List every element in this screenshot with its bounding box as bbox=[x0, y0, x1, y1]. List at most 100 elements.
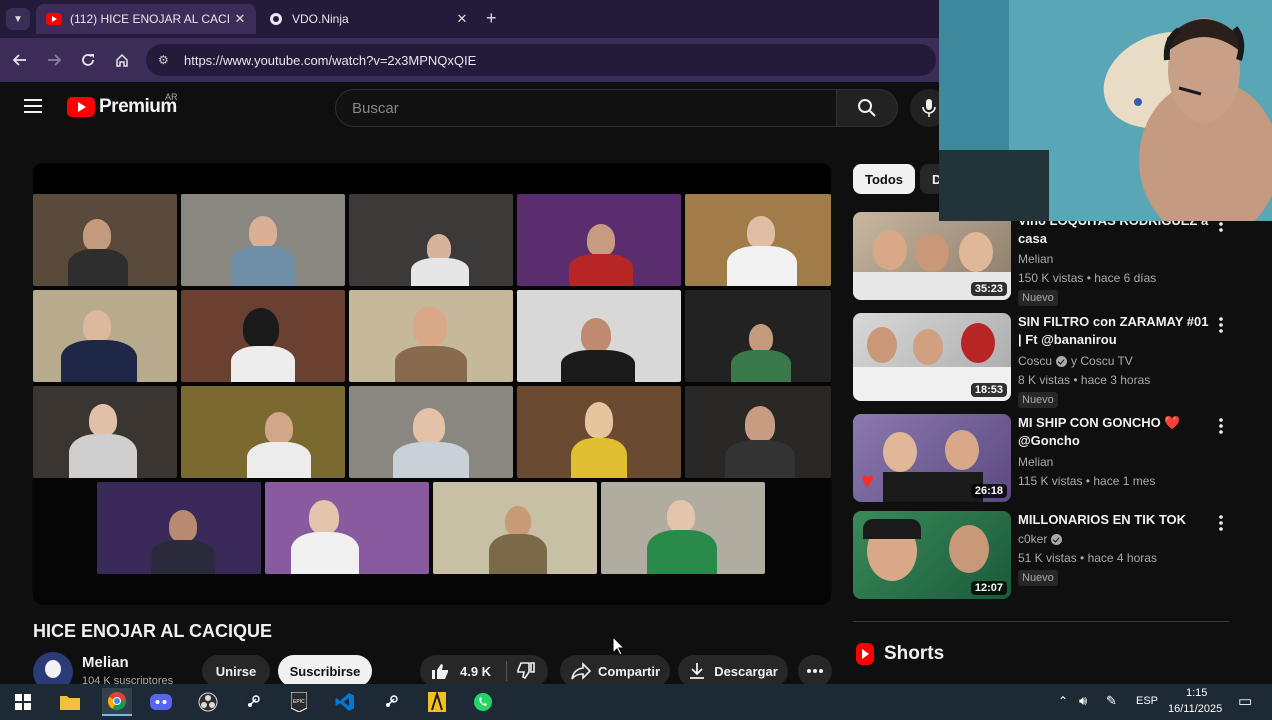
reload-icon[interactable] bbox=[76, 48, 100, 72]
video-duration: 35:23 bbox=[970, 282, 1007, 296]
call-feed bbox=[349, 386, 513, 478]
verified-icon bbox=[1051, 533, 1063, 545]
tab-vdo-ninja[interactable]: VDO.Ninja ✕ bbox=[258, 4, 478, 34]
recommendation-item[interactable]: ♥ 26:18 MI SHIP CON GONCHO ❤️ @Goncho Me… bbox=[853, 414, 1233, 504]
video-meta: 51 K vistas • hace 4 horas bbox=[1018, 551, 1157, 565]
video-player[interactable] bbox=[33, 163, 831, 605]
new-badge: Nuevo bbox=[1018, 290, 1058, 306]
steam-icon[interactable] bbox=[238, 688, 268, 716]
download-icon bbox=[690, 663, 705, 679]
menu-icon[interactable] bbox=[24, 99, 42, 113]
search-input[interactable]: Buscar bbox=[335, 89, 837, 127]
epic-games-icon[interactable]: EPIC bbox=[284, 688, 314, 716]
like-button[interactable]: 4.9 K bbox=[430, 655, 491, 687]
new-badge: Nuevo bbox=[1018, 570, 1058, 586]
call-feed bbox=[349, 194, 513, 286]
clock-time[interactable]: 1:15 bbox=[1186, 687, 1207, 699]
share-button[interactable]: Compartir bbox=[560, 655, 670, 687]
call-feed bbox=[33, 386, 177, 478]
tray-chevron-icon[interactable]: ⌃ bbox=[1058, 694, 1068, 708]
dislike-button[interactable] bbox=[516, 661, 536, 681]
divider bbox=[506, 661, 507, 681]
video-thumbnail[interactable]: 18:53 bbox=[853, 313, 1011, 401]
channel-name[interactable]: Melian bbox=[1018, 252, 1053, 266]
channel-suffix[interactable]: y Coscu TV bbox=[1071, 354, 1133, 368]
back-icon[interactable] bbox=[8, 48, 32, 72]
country-code: AR bbox=[165, 92, 178, 102]
call-feed bbox=[517, 194, 681, 286]
video-duration: 12:07 bbox=[970, 581, 1007, 595]
home-icon[interactable] bbox=[110, 48, 134, 72]
video-thumbnail[interactable]: 35:23 bbox=[853, 212, 1011, 300]
steam-icon-2[interactable] bbox=[376, 688, 406, 716]
vdo-ninja-favicon-icon bbox=[268, 11, 284, 27]
pen-icon[interactable]: ✎ bbox=[1106, 693, 1117, 709]
chip-todos[interactable]: Todos bbox=[853, 164, 916, 194]
url-text: https://www.youtube.com/watch?v=2x3MPNQx… bbox=[184, 52, 477, 68]
youtube-play-icon bbox=[67, 97, 95, 117]
more-vertical-icon[interactable] bbox=[1218, 317, 1224, 333]
call-feed bbox=[685, 386, 831, 478]
tab-search-button[interactable]: ▼ bbox=[6, 8, 30, 30]
notifications-icon[interactable]: ▭ bbox=[1238, 692, 1252, 710]
video-title[interactable]: MILLONARIOS EN TIK TOK bbox=[1018, 511, 1213, 529]
shorts-icon bbox=[856, 643, 874, 665]
youtube-premium-logo[interactable]: Premium AR bbox=[67, 92, 178, 118]
new-badge: Nuevo bbox=[1018, 392, 1058, 408]
recommendation-item[interactable]: 35:23 Vino LOQUITAS RODRIGUEZ a casa Mel… bbox=[853, 212, 1233, 306]
channel-name[interactable]: c0ker bbox=[1018, 532, 1047, 546]
microphone-icon bbox=[922, 99, 936, 117]
share-label: Compartir bbox=[597, 663, 661, 679]
search-button[interactable] bbox=[836, 89, 898, 127]
windows-taskbar: EPIC ⌃ 🔊︎ ✎ ESP 1:15 16/11/2025 ▭ bbox=[0, 684, 1272, 720]
channel-name[interactable]: Melian bbox=[82, 654, 129, 671]
call-feed bbox=[265, 482, 429, 574]
webcam-overlay bbox=[939, 0, 1272, 221]
video-title[interactable]: SIN FILTRO con ZARAMAY #01 | Ft @bananir… bbox=[1018, 313, 1213, 349]
clock-date[interactable]: 16/11/2025 bbox=[1168, 703, 1222, 715]
tab-title: VDO.Ninja bbox=[292, 12, 349, 26]
file-explorer-icon[interactable] bbox=[55, 688, 85, 716]
app-icon[interactable] bbox=[422, 688, 452, 716]
browser-tab-bar: ▼ (112) HICE ENOJAR AL CACIQU ✕ VDO.Ninj… bbox=[0, 0, 939, 38]
discord-icon[interactable] bbox=[146, 688, 176, 716]
more-actions-button[interactable] bbox=[798, 655, 832, 687]
chrome-icon[interactable] bbox=[102, 688, 132, 716]
volume-icon[interactable]: 🔊︎ bbox=[1079, 693, 1087, 709]
address-bar[interactable]: ⚙ https://www.youtube.com/watch?v=2x3MPN… bbox=[146, 44, 936, 76]
sidebar-divider bbox=[853, 621, 1229, 622]
obs-icon[interactable] bbox=[193, 688, 223, 716]
webcam-person-image bbox=[939, 0, 1272, 221]
new-tab-button[interactable]: + bbox=[486, 8, 497, 29]
download-button[interactable]: Descargar bbox=[678, 655, 788, 687]
call-feed bbox=[181, 386, 345, 478]
more-vertical-icon[interactable] bbox=[1218, 418, 1224, 434]
player-letterbox bbox=[33, 163, 831, 194]
video-title[interactable]: MI SHIP CON GONCHO ❤️ @Goncho bbox=[1018, 414, 1213, 450]
forward-icon[interactable] bbox=[42, 48, 66, 72]
video-duration: 18:53 bbox=[970, 383, 1007, 397]
site-info-icon[interactable]: ⚙ bbox=[158, 53, 178, 67]
start-windows-icon[interactable] bbox=[8, 688, 38, 716]
language-indicator[interactable]: ESP bbox=[1136, 695, 1158, 707]
video-thumbnail[interactable]: ♥ 26:18 bbox=[853, 414, 1011, 502]
recommendation-item[interactable]: 12:07 MILLONARIOS EN TIK TOK c0ker 51 K … bbox=[853, 511, 1233, 601]
call-feed bbox=[517, 290, 681, 382]
video-thumbnail[interactable]: 12:07 bbox=[853, 511, 1011, 599]
whatsapp-icon[interactable] bbox=[468, 688, 498, 716]
channel-name[interactable]: Melian bbox=[1018, 455, 1053, 469]
vscode-icon[interactable] bbox=[330, 688, 360, 716]
more-vertical-icon[interactable] bbox=[1218, 515, 1224, 531]
close-tab-icon[interactable]: ✕ bbox=[452, 11, 472, 27]
subscribe-button[interactable]: Suscribirse bbox=[278, 655, 372, 687]
call-feed bbox=[685, 290, 831, 382]
call-feed bbox=[33, 194, 177, 286]
close-tab-icon[interactable]: ✕ bbox=[230, 11, 250, 27]
tab-youtube[interactable]: (112) HICE ENOJAR AL CACIQU ✕ bbox=[36, 4, 256, 34]
thumbs-down-icon bbox=[517, 662, 535, 680]
screen: { "browser": { "tabs": [ {"title": "(112… bbox=[0, 0, 1272, 720]
join-button[interactable]: Unirse bbox=[202, 655, 270, 687]
channel-name[interactable]: Coscu bbox=[1018, 354, 1052, 368]
recommendation-item[interactable]: 18:53 SIN FILTRO con ZARAMAY #01 | Ft @b… bbox=[853, 313, 1233, 408]
call-feed bbox=[685, 194, 831, 286]
